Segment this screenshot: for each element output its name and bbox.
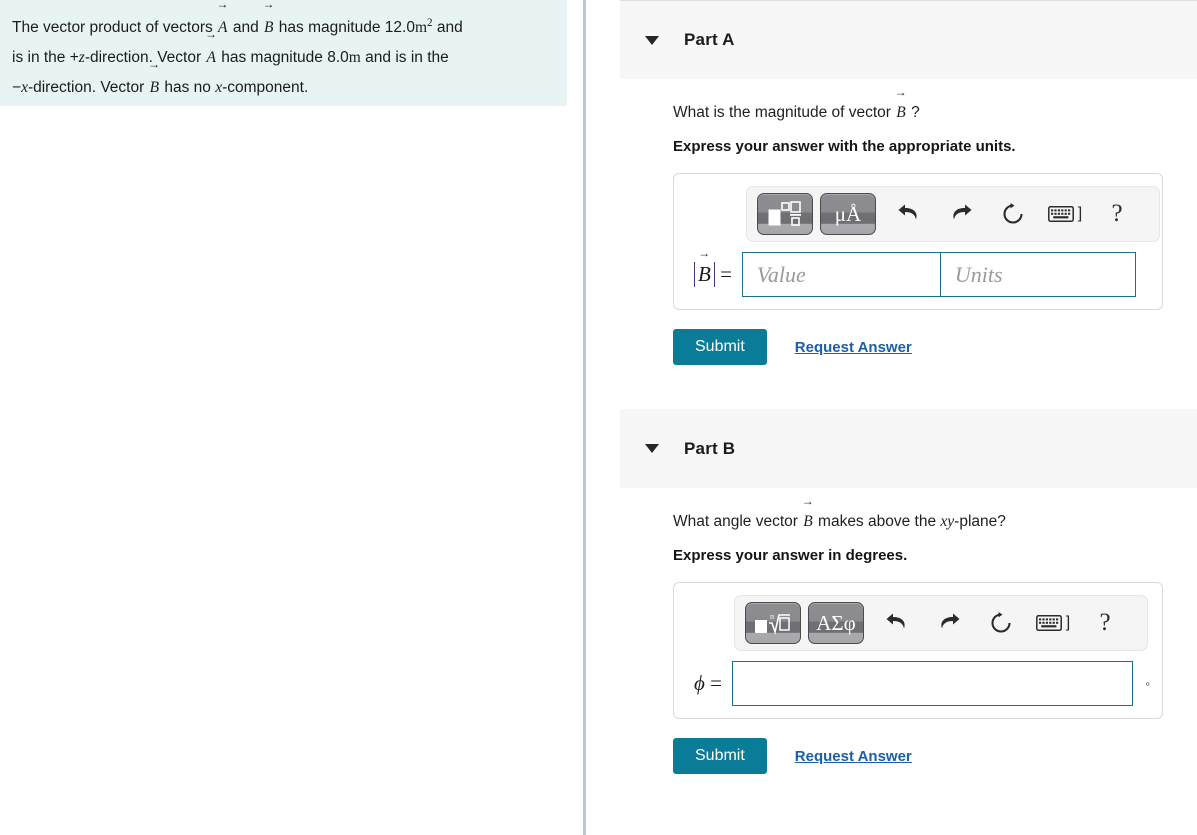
conjunction-and: and	[232, 19, 259, 37]
axis-x-symbol: x	[21, 79, 28, 97]
units-input[interactable]	[939, 252, 1136, 297]
units-button-label: μÅ	[834, 201, 862, 226]
part-b-question: What angle vector B makes above the xy-p…	[673, 488, 1197, 534]
sqrt-icon[interactable]: n	[745, 602, 801, 644]
problem-line2-post: has magnitude 8.0	[221, 49, 349, 67]
part-a-title: Part A	[684, 30, 735, 49]
unit-meter: m	[414, 19, 428, 37]
svg-text:n: n	[770, 612, 774, 621]
part-a-question-post: ?	[911, 104, 920, 121]
problem-statement-text: The vector product of vectors A and B ha…	[0, 0, 567, 103]
part-b-header[interactable]: Part B	[620, 409, 1197, 488]
keyboard-bracket-label: ]	[1077, 205, 1083, 222]
greek-icon[interactable]: ΑΣφ	[808, 602, 864, 644]
problem-line3-post: has no	[164, 79, 211, 97]
problem-line2-mid: -direction. Vector	[84, 49, 202, 67]
redo-icon[interactable]	[923, 602, 975, 644]
vector-b-symbol-qa: B	[895, 101, 906, 125]
part-b-answer-label: ϕ =	[694, 671, 722, 696]
problem-line3-mid: -direction. Vector	[27, 79, 145, 97]
part-a-math-toolbar: μÅ] ?	[746, 186, 1160, 242]
part-b-input-row: ϕ = ◦	[686, 661, 1150, 706]
keyboard-icon[interactable]: ]	[1027, 602, 1079, 644]
exponent-two: 2	[427, 17, 433, 29]
phi-symbol: ϕ	[694, 671, 705, 695]
reset-icon[interactable]	[975, 602, 1027, 644]
part-b-title: Part B	[684, 438, 736, 458]
vector-b-symbol-ans: B	[697, 262, 712, 287]
unit-meter-2: m	[348, 49, 361, 67]
problem-line2-tail: and is in the	[365, 49, 449, 67]
submit-button[interactable]: Submit	[673, 329, 767, 365]
redo-icon[interactable]	[935, 193, 987, 235]
vector-b-symbol-2: B	[149, 73, 160, 103]
vector-a-symbol: A	[217, 13, 228, 43]
problem-page: The vector product of vectors A and B ha…	[0, 0, 1197, 835]
help-icon[interactable]: ?	[1091, 193, 1143, 235]
part-b-instruction: Express your answer in degrees.	[673, 547, 908, 564]
part-a-question: What is the magnitude of vector B ?	[673, 79, 1197, 125]
vector-b-symbol: B	[263, 13, 274, 43]
problem-line1-pre: The vector product of vectors	[12, 19, 213, 37]
part-spacer	[586, 365, 1197, 409]
answer-column: Part A What is the magnitude of vector B…	[586, 0, 1197, 835]
reset-icon[interactable]	[987, 193, 1039, 235]
chevron-down-icon[interactable]	[645, 444, 659, 453]
units-icon[interactable]: μÅ	[820, 193, 876, 235]
submit-button[interactable]: Submit	[673, 738, 767, 774]
part-b-actions: Submit Request Answer	[673, 738, 1197, 774]
problem-line2-pre: is in the +	[12, 49, 79, 67]
part-b-body: What angle vector B makes above the xy-p…	[586, 488, 1197, 774]
angle-input[interactable]	[731, 661, 1134, 706]
part-a-answer-box: μÅ] ? → B = Value Units	[673, 173, 1163, 310]
undo-icon[interactable]	[883, 193, 935, 235]
equals-sign-a: =	[720, 262, 732, 286]
keyboard-bracket-label: ]	[1065, 614, 1071, 631]
plane-xy-symbol: xy	[940, 513, 955, 530]
problem-line1-tail: and	[436, 19, 463, 37]
part-b-question-pre: What angle vector	[673, 513, 798, 530]
vector-b-symbol-qb: B	[802, 510, 813, 534]
value-input[interactable]	[741, 252, 940, 297]
part-b-math-toolbar: n ΑΣφ] ?	[734, 595, 1148, 651]
part-a-instruction: Express your answer with the appropriate…	[673, 138, 1016, 155]
equals-sign-b: =	[710, 671, 722, 695]
keyboard-icon[interactable]: ]	[1039, 193, 1091, 235]
greek-button-label: ΑΣφ	[816, 610, 856, 635]
problem-line1-post: has magnitude 12.0	[278, 19, 415, 37]
help-icon[interactable]: ?	[1079, 602, 1131, 644]
template-icon[interactable]	[757, 193, 813, 235]
request-answer-link[interactable]: Request Answer	[795, 748, 912, 765]
vector-a-symbol-2: A	[205, 43, 216, 73]
part-a-actions: Submit Request Answer	[673, 329, 1197, 365]
chevron-down-icon[interactable]	[645, 35, 659, 45]
request-answer-link[interactable]: Request Answer	[795, 339, 912, 356]
degree-symbol: ◦	[1145, 675, 1150, 691]
undo-icon[interactable]	[871, 602, 923, 644]
part-a-body: What is the magnitude of vector B ? Expr…	[586, 79, 1197, 365]
problem-line3-minus: −	[12, 79, 22, 97]
problem-line3-tail: -component.	[222, 79, 309, 97]
part-b-answer-box: n ΑΣφ] ? ϕ = ◦	[673, 582, 1163, 719]
part-b-question-post: -plane?	[954, 513, 1006, 530]
problem-statement-panel: The vector product of vectors A and B ha…	[0, 0, 567, 106]
part-b-question-mid: makes above the	[818, 513, 937, 530]
part-a-header[interactable]: Part A	[620, 0, 1197, 79]
part-a-question-pre: What is the magnitude of vector	[673, 104, 891, 121]
part-a-input-row: B =	[686, 252, 1150, 297]
part-a-answer-label: B =	[694, 262, 732, 287]
